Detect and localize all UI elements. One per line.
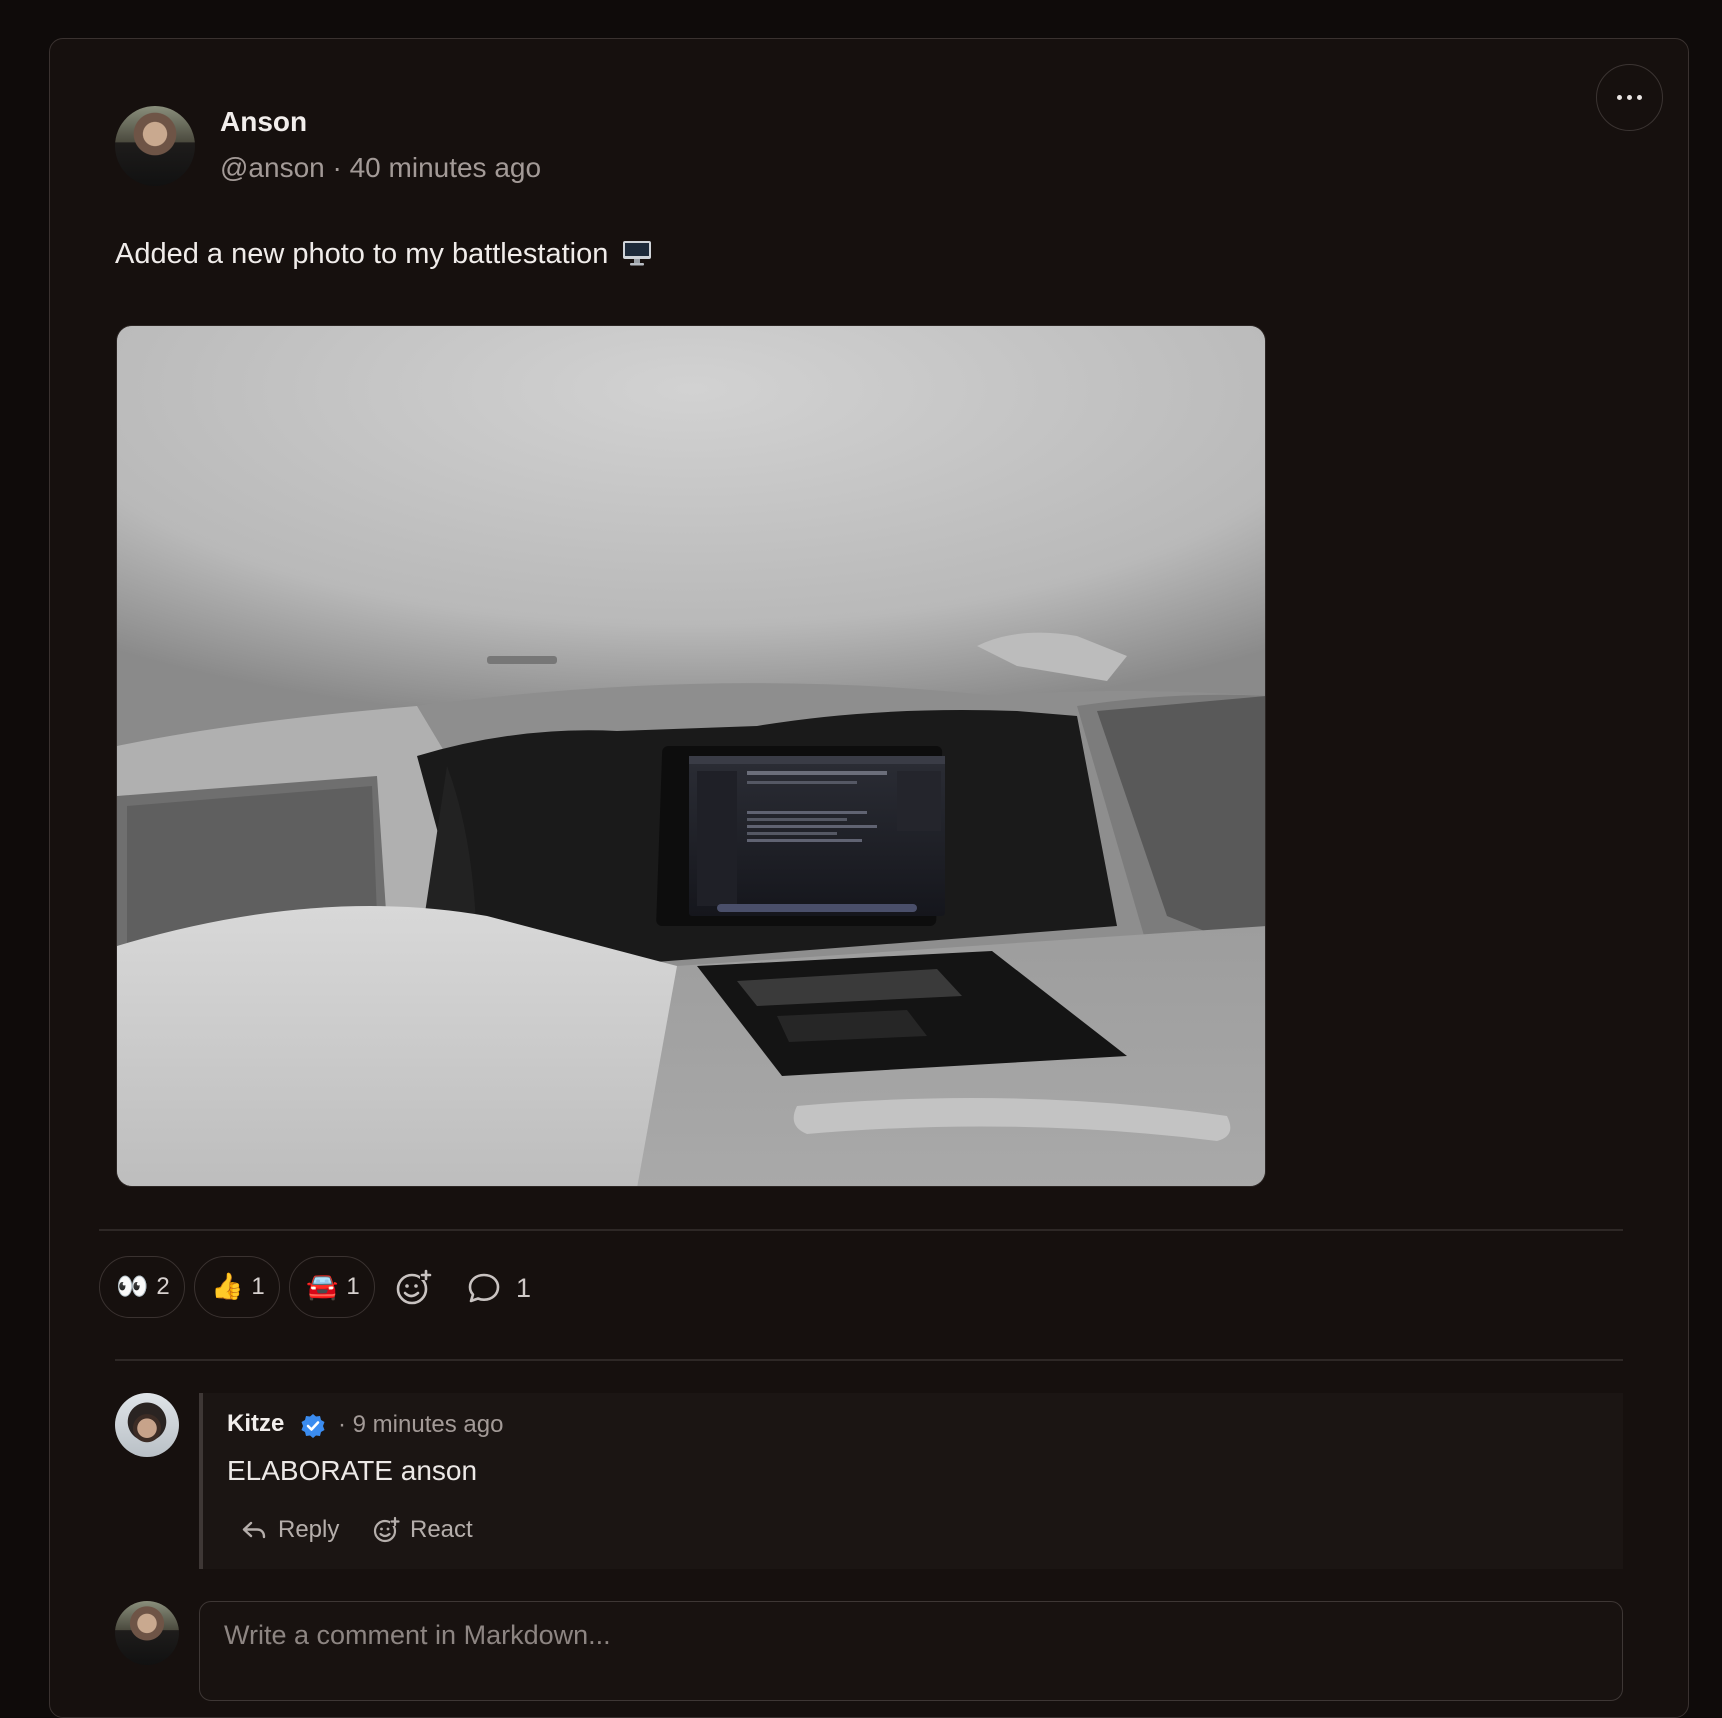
reaction-count: 1 [346, 1273, 360, 1300]
photo-image [117, 326, 1265, 1186]
post-body: Added a new photo to my battlestation [115, 238, 609, 270]
more-dot [1627, 95, 1632, 100]
reaction-count: 2 [156, 1273, 170, 1300]
thumbs-up-emoji-icon: 👍 [211, 1272, 244, 1302]
desktop-computer-icon [623, 241, 652, 266]
commenter-avatar[interactable] [115, 1393, 179, 1457]
reaction-count: 1 [251, 1273, 265, 1300]
post-text: Added a new photo to my battlestation [115, 238, 652, 271]
speech-bubble-icon [468, 1273, 500, 1303]
more-options-button[interactable] [1596, 64, 1663, 131]
add-reaction-icon[interactable] [394, 1268, 434, 1308]
comment-text: ELABORATE anson [227, 1455, 478, 1486]
author-name[interactable]: Anson [220, 106, 307, 138]
comment-count-button[interactable]: 1 [466, 1266, 531, 1310]
comment-input[interactable] [199, 1601, 1623, 1701]
more-dot [1637, 95, 1642, 100]
react-button[interactable]: React [372, 1512, 473, 1548]
add-reaction-icon [373, 1516, 400, 1543]
post-photo[interactable] [116, 325, 1266, 1187]
reply-label: Reply [278, 1516, 340, 1543]
comment-time: · 9 minutes ago [338, 1411, 504, 1438]
author-handle-time: @anson · 40 minutes ago [220, 152, 542, 183]
commenter-name[interactable]: Kitze [227, 1410, 284, 1438]
reply-button[interactable]: Reply [240, 1512, 339, 1548]
reaction-thumbs-up[interactable]: 👍 1 [194, 1256, 280, 1318]
reaction-car[interactable]: 🚘 1 [289, 1256, 375, 1318]
car-emoji-icon: 🚘 [306, 1272, 339, 1302]
more-dots-icon [1617, 95, 1622, 100]
divider [115, 1359, 1623, 1361]
verified-badge-icon [301, 1414, 325, 1438]
reaction-eyes[interactable]: 👀 2 [99, 1256, 185, 1318]
react-label: React [410, 1516, 473, 1543]
eyes-emoji-icon: 👀 [116, 1272, 149, 1302]
author-avatar[interactable] [115, 106, 195, 186]
comment-count: 1 [516, 1272, 532, 1303]
divider [99, 1229, 1623, 1231]
reply-arrow-icon [242, 1521, 266, 1539]
current-user-avatar [115, 1601, 179, 1665]
